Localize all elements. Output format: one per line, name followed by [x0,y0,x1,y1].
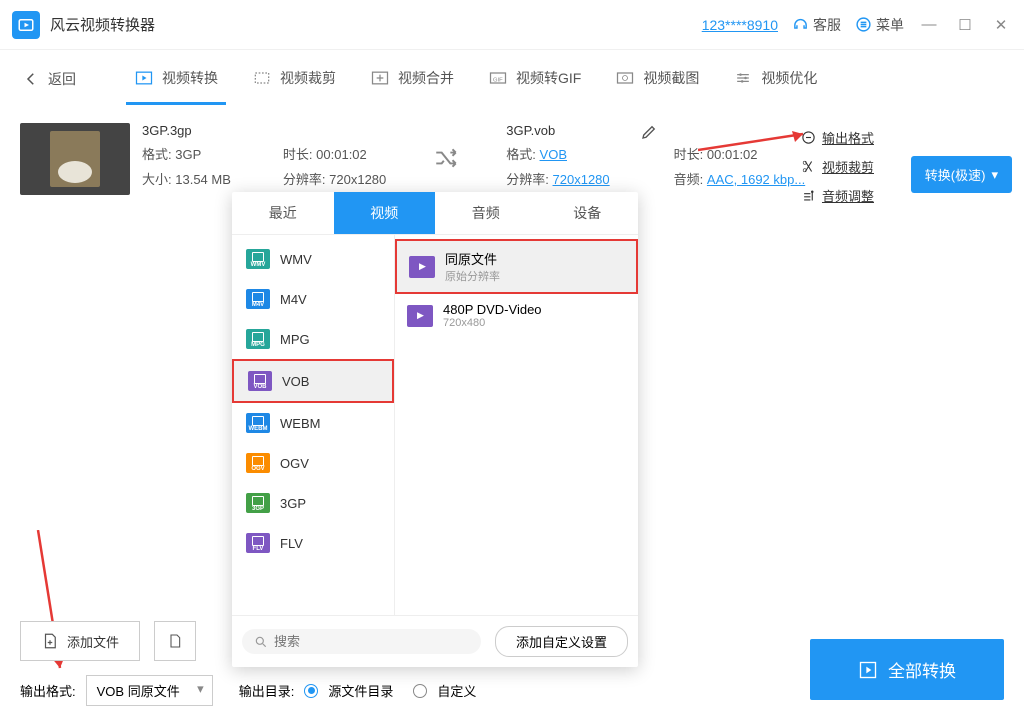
output-format-select[interactable]: VOB 同原文件 [86,675,213,706]
format-vob[interactable]: VOBVOB [232,359,394,403]
format-3gp[interactable]: 3GP3GP [232,483,394,523]
file-icon [167,631,183,651]
close-button[interactable]: ✕ [990,16,1012,34]
app-title: 风云视频转换器 [50,14,702,35]
source-filename: 3GP.3gp [142,123,231,138]
popup-tab-audio[interactable]: 音频 [435,192,537,234]
shuffle-icon[interactable] [433,145,459,171]
convert-speed-button[interactable]: 转换(极速) ▾ [911,156,1012,193]
add-file-button[interactable]: 添加文件 [20,621,140,661]
radio-custom-dir[interactable] [413,684,427,698]
popup-tab-device[interactable]: 设备 [537,192,639,234]
format-list[interactable]: WMVWMV M4VM4V MPGMPG VOBVOB WEBMWEBM OGV… [232,235,395,615]
tab-video-merge[interactable]: 视频合并 [362,54,462,105]
resolution-list: 同原文件原始分辨率 480P DVD-Video720x480 [395,235,638,615]
app-icon [12,11,40,39]
chevron-down-icon: ▾ [991,167,998,183]
output-format-option[interactable]: 输出格式 [801,128,874,147]
edit-icon[interactable] [640,123,658,141]
tab-video-optimize[interactable]: 视频优化 [725,54,825,105]
format-popup: 最近 视频 音频 设备 WMVWMV M4VM4V MPGMPG VOBVOB … [232,192,638,667]
format-m4v[interactable]: M4VM4V [232,279,394,319]
format-webm[interactable]: WEBMWEBM [232,403,394,443]
video-crop-option[interactable]: 视频裁剪 [801,157,874,176]
optimize-icon [733,68,753,88]
output-audio-link[interactable]: AAC, 1692 kbp... [707,172,805,187]
screenshot-icon [615,68,635,88]
video-file-icon [407,305,433,327]
svg-text:GIF: GIF [493,77,503,83]
account-phone[interactable]: 123****8910 [702,17,778,33]
resolution-original[interactable]: 同原文件原始分辨率 [395,239,638,294]
video-thumbnail[interactable] [20,123,130,195]
resolution-480p[interactable]: 480P DVD-Video720x480 [395,294,638,337]
popup-tab-recent[interactable]: 最近 [232,192,334,234]
convert-icon [134,68,154,88]
support-button[interactable]: 客服 [792,15,841,35]
tab-video-screenshot[interactable]: 视频截图 [607,54,707,105]
output-filename: 3GP.vob [506,123,609,138]
popup-tab-video[interactable]: 视频 [334,192,436,234]
gif-icon: GIF [488,68,508,88]
file-plus-icon [41,631,59,651]
format-flv[interactable]: FLVFLV [232,523,394,563]
output-format-link[interactable]: VOB [540,147,567,162]
menu-button[interactable]: 菜单 [855,15,904,35]
minimize-button[interactable]: — [918,16,940,33]
back-button[interactable]: 返回 [10,61,88,97]
format-mpg[interactable]: MPGMPG [232,319,394,359]
crop-icon [252,68,272,88]
format-ogv[interactable]: OGVOGV [232,443,394,483]
tab-video-gif[interactable]: GIF 视频转GIF [480,54,589,105]
convert-all-button[interactable]: 全部转换 [810,639,1004,700]
menu-icon [855,16,872,33]
add-folder-button[interactable] [154,621,196,661]
video-file-icon [409,256,435,278]
output-resolution-link[interactable]: 720x1280 [553,172,610,187]
headset-icon [792,16,809,33]
tab-video-convert[interactable]: 视频转换 [126,54,226,105]
format-wmv[interactable]: WMVWMV [232,239,394,279]
maximize-button[interactable]: ☐ [954,16,976,34]
play-icon [858,660,878,680]
output-dir-label: 输出目录: [239,681,295,700]
radio-source-dir[interactable] [304,684,318,698]
audio-adjust-option[interactable]: 音频调整 [801,186,874,205]
output-format-label: 输出格式: [20,681,76,700]
merge-icon [370,68,390,88]
tab-video-crop[interactable]: 视频裁剪 [244,54,344,105]
arrow-left-icon [22,70,40,88]
